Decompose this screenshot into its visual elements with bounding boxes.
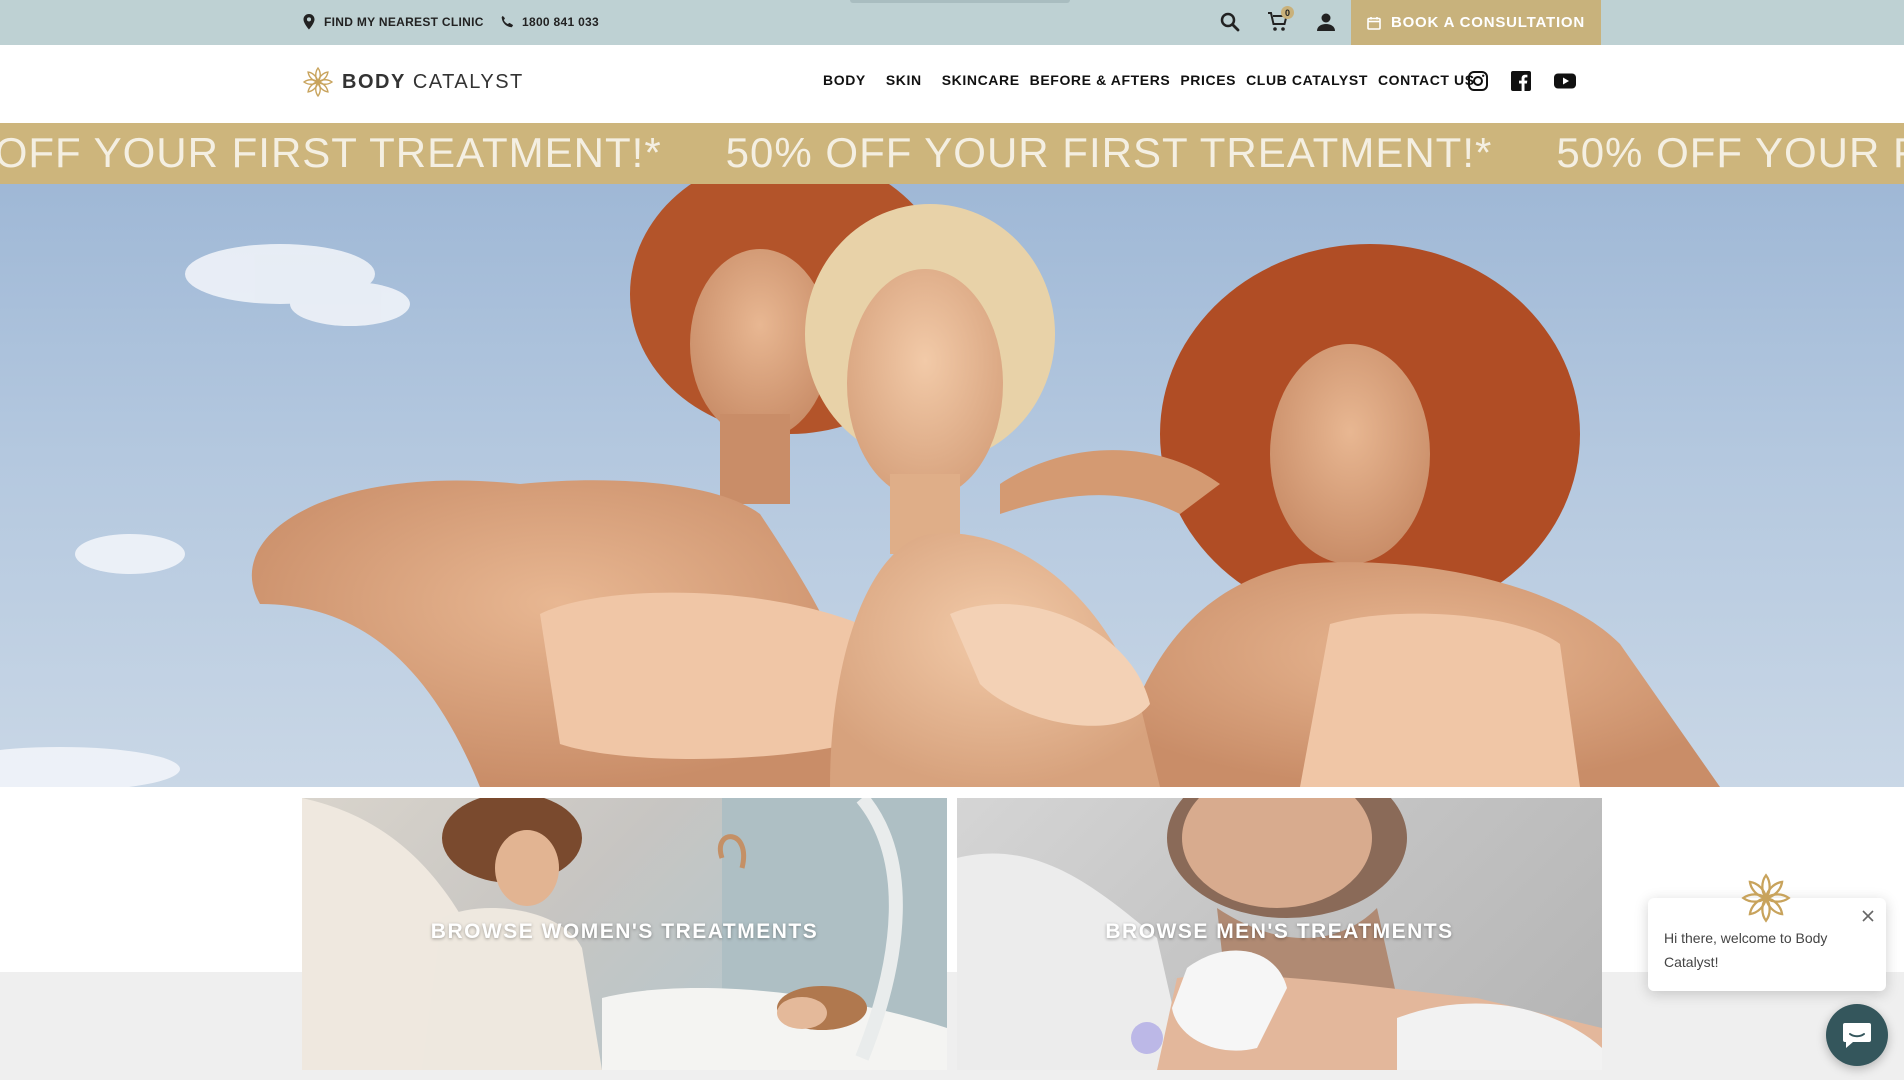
location-pin-icon	[303, 14, 315, 30]
promo-ticker: 50% OFF YOUR FIRST TREATMENT!* 50% OFF Y…	[0, 123, 1904, 184]
nav-item-before-afters[interactable]: BEFORE & AFTERS	[1030, 72, 1171, 88]
chat-welcome-message: Hi there, welcome to Body Catalyst!	[1664, 930, 1828, 970]
promo-text-1: 50% OFF YOUR FIRST TREATMENT!*	[0, 129, 662, 176]
nav-item-body[interactable]: BODY	[823, 72, 866, 88]
phone-number: 1800 841 033	[522, 15, 600, 29]
logo[interactable]: BODY CATALYST	[302, 66, 524, 98]
search-button[interactable]	[1218, 10, 1242, 34]
nav-menu: BODY SKIN SKINCARE BEFORE & AFTERS PRICE…	[823, 72, 1475, 88]
book-consultation-label: BOOK A CONSULTATION	[1390, 14, 1586, 31]
content-band-grey	[0, 972, 1904, 1080]
youtube-icon[interactable]	[1553, 69, 1577, 93]
nav-item-prices[interactable]: PRICES	[1180, 72, 1236, 88]
flower-logo-icon	[302, 66, 334, 98]
top-notch-decoration	[850, 0, 1070, 3]
womens-treatments-tile[interactable]: BROWSE WOMEN'S TREATMENTS	[302, 798, 947, 1070]
promo-text-2: 50% OFF YOUR FIRST TREATMENT!*	[725, 129, 1493, 176]
chat-flower-logo-icon	[1741, 873, 1791, 923]
book-consultation-button[interactable]: BOOK A CONSULTATION	[1351, 0, 1601, 45]
find-clinic-label: FIND MY NEAREST CLINIC	[324, 15, 484, 29]
nav-item-contact-us[interactable]: CONTACT US	[1378, 72, 1475, 88]
instagram-icon[interactable]	[1466, 69, 1490, 93]
find-clinic-link[interactable]: FIND MY NEAREST CLINIC	[302, 14, 484, 30]
promo-text-3: 50% OFF YOUR FIRST TREATMENT!*	[1556, 129, 1904, 176]
nav-item-club-catalyst[interactable]: CLUB CATALYST	[1246, 72, 1368, 88]
chat-icon	[1843, 1023, 1871, 1048]
top-utility-bar: FIND MY NEAREST CLINIC 1800 841 033 0 BO…	[0, 0, 1904, 45]
chat-launcher-button[interactable]	[1826, 1004, 1888, 1066]
phone-link[interactable]: 1800 841 033	[500, 14, 599, 30]
phone-icon	[501, 15, 514, 28]
user-icon	[1317, 13, 1335, 31]
account-button[interactable]	[1314, 10, 1338, 34]
mens-treatments-label: BROWSE MEN'S TREATMENTS	[1105, 920, 1454, 943]
close-icon[interactable]	[1858, 906, 1878, 926]
womens-treatments-label: BROWSE WOMEN'S TREATMENTS	[430, 920, 819, 943]
cart-button[interactable]: 0	[1266, 6, 1294, 34]
hero-illustration	[0, 184, 1720, 787]
nav-item-skincare[interactable]: SKINCARE	[942, 72, 1020, 88]
logo-text-bold: BODY	[342, 70, 406, 93]
search-icon	[1220, 12, 1240, 32]
facebook-icon[interactable]	[1509, 69, 1533, 93]
promo-ticker-track: 50% OFF YOUR FIRST TREATMENT!* 50% OFF Y…	[0, 129, 1904, 177]
hero-image	[0, 184, 1904, 787]
content-band-white	[0, 787, 1904, 972]
logo-text-light: CATALYST	[412, 70, 524, 93]
main-navbar: BODY CATALYST BODY SKIN SKINCARE BEFORE …	[0, 45, 1904, 123]
logo-text: BODY CATALYST	[342, 71, 524, 94]
mens-treatments-tile[interactable]: BROWSE MEN'S TREATMENTS	[957, 798, 1602, 1070]
model-center	[805, 204, 1160, 787]
calendar-icon	[1367, 16, 1381, 30]
nav-item-skin[interactable]: SKIN	[886, 72, 922, 88]
cart-count-badge: 0	[1281, 6, 1294, 19]
